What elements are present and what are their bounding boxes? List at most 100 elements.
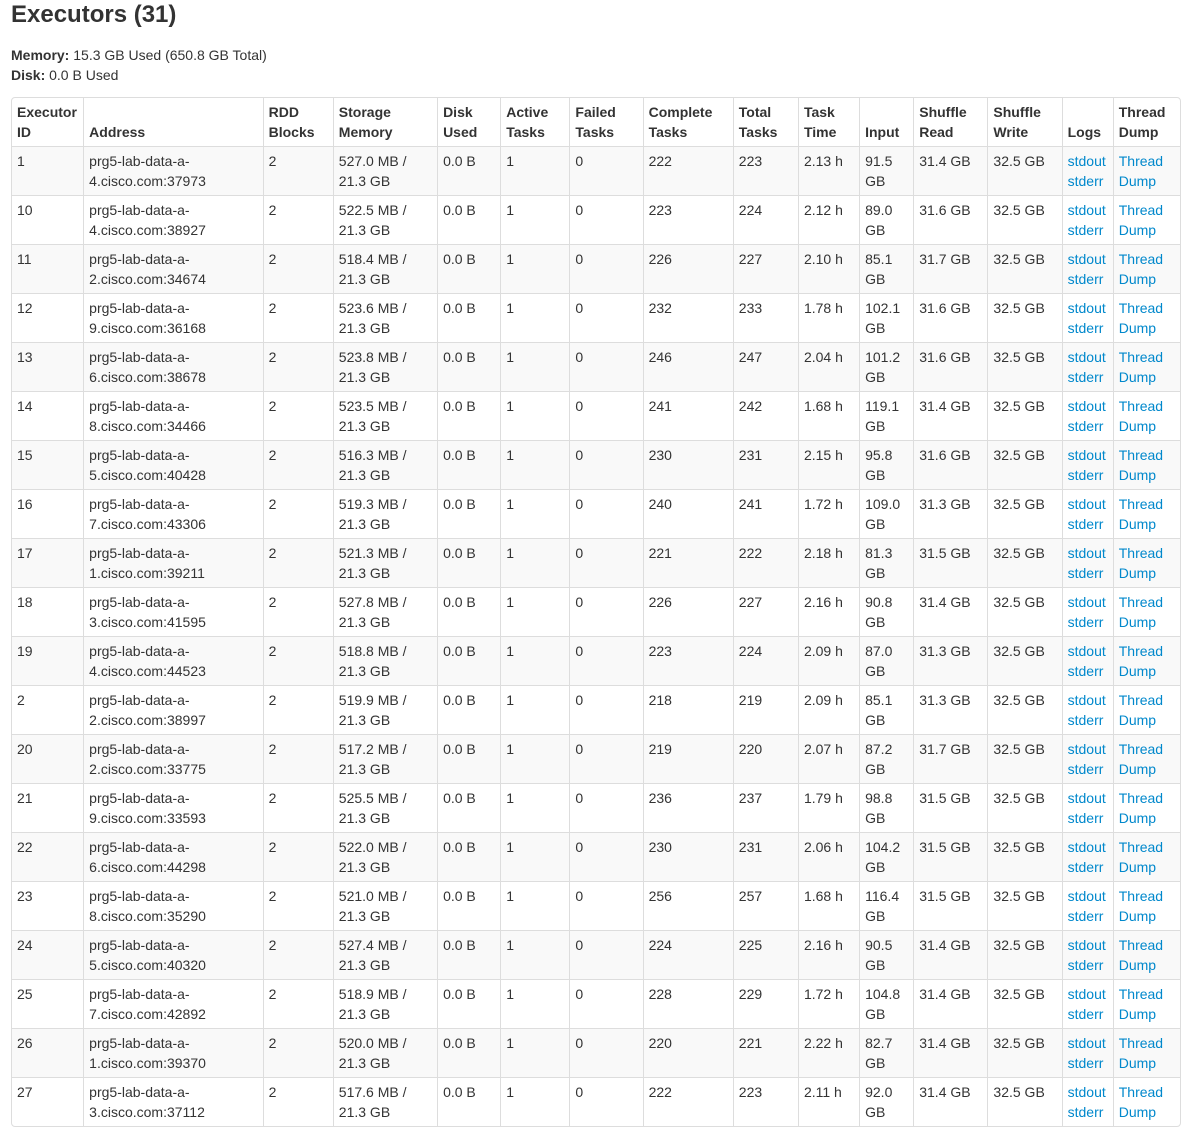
stdout-link[interactable]: stdout [1068, 935, 1108, 955]
stderr-link[interactable]: stderr [1068, 612, 1108, 632]
thread-dump-link[interactable]: Thread Dump [1119, 886, 1175, 926]
thread-dump-link-line2[interactable]: Dump [1119, 416, 1175, 436]
header-complete-tasks[interactable]: Complete Tasks [642, 98, 733, 146]
stdout-link[interactable]: stdout [1068, 200, 1108, 220]
thread-dump-link-line1[interactable]: Thread [1119, 445, 1175, 465]
thread-dump-link[interactable]: Thread Dump [1119, 494, 1175, 534]
stderr-link[interactable]: stderr [1068, 955, 1108, 975]
stdout-link[interactable]: stdout [1068, 739, 1108, 759]
table-row[interactable]: 25 prg5-lab-data-a- 7.cisco.com:42892 2 518.… [12, 979, 1180, 1028]
table-row[interactable]: 16 prg5-lab-data-a- 7.cisco.com:43306 2 519.… [12, 489, 1180, 538]
thread-dump-link[interactable]: Thread Dump [1119, 641, 1175, 681]
thread-dump-link-line2[interactable]: Dump [1119, 955, 1175, 975]
thread-dump-link-line1[interactable]: Thread [1119, 788, 1175, 808]
header-address[interactable]: Address [83, 98, 262, 146]
header-active-tasks[interactable]: Active Tasks [500, 98, 569, 146]
thread-dump-link-line2[interactable]: Dump [1119, 857, 1175, 877]
thread-dump-link-line2[interactable]: Dump [1119, 220, 1175, 240]
thread-dump-link-line2[interactable]: Dump [1119, 171, 1175, 191]
thread-dump-link[interactable]: Thread Dump [1119, 592, 1175, 632]
table-row[interactable]: 15 prg5-lab-data-a- 5.cisco.com:40428 2 516.… [12, 440, 1180, 489]
thread-dump-link[interactable]: Thread Dump [1119, 543, 1175, 583]
stderr-link[interactable]: stderr [1068, 514, 1108, 534]
stderr-link[interactable]: stderr [1068, 220, 1108, 240]
stdout-link[interactable]: stdout [1068, 151, 1108, 171]
table-row[interactable]: 20 prg5-lab-data-a- 2.cisco.com:33775 2 517.… [12, 734, 1180, 783]
thread-dump-link-line1[interactable]: Thread [1119, 984, 1175, 1004]
stderr-link[interactable]: stderr [1068, 857, 1108, 877]
table-row[interactable]: 17 prg5-lab-data-a- 1.cisco.com:39211 2 521.… [12, 538, 1180, 587]
stderr-link[interactable]: stderr [1068, 1004, 1108, 1024]
thread-dump-link-line2[interactable]: Dump [1119, 367, 1175, 387]
thread-dump-link[interactable]: Thread Dump [1119, 984, 1175, 1024]
stderr-link[interactable]: stderr [1068, 1053, 1108, 1073]
thread-dump-link-line1[interactable]: Thread [1119, 1033, 1175, 1053]
stdout-link[interactable]: stdout [1068, 494, 1108, 514]
thread-dump-link-line2[interactable]: Dump [1119, 269, 1175, 289]
stdout-link[interactable]: stdout [1068, 984, 1108, 1004]
stdout-link[interactable]: stdout [1068, 641, 1108, 661]
thread-dump-link-line1[interactable]: Thread [1119, 151, 1175, 171]
thread-dump-link-line1[interactable]: Thread [1119, 641, 1175, 661]
stderr-link[interactable]: stderr [1068, 563, 1108, 583]
thread-dump-link[interactable]: Thread Dump [1119, 151, 1175, 191]
stderr-link[interactable]: stderr [1068, 759, 1108, 779]
stdout-link[interactable]: stdout [1068, 886, 1108, 906]
thread-dump-link[interactable]: Thread Dump [1119, 298, 1175, 338]
thread-dump-link-line2[interactable]: Dump [1119, 1102, 1175, 1122]
thread-dump-link-line1[interactable]: Thread [1119, 837, 1175, 857]
thread-dump-link[interactable]: Thread Dump [1119, 739, 1175, 779]
thread-dump-link[interactable]: Thread Dump [1119, 788, 1175, 828]
header-shuffle-write[interactable]: Shuffle Write [987, 98, 1061, 146]
table-row[interactable]: 12 prg5-lab-data-a- 9.cisco.com:36168 2 523.… [12, 293, 1180, 342]
stdout-link[interactable]: stdout [1068, 298, 1108, 318]
stderr-link[interactable]: stderr [1068, 367, 1108, 387]
header-total-tasks[interactable]: Total Tasks [732, 98, 798, 146]
header-executor-id[interactable]: Executor ID [12, 98, 83, 146]
thread-dump-link-line1[interactable]: Thread [1119, 494, 1175, 514]
stderr-link[interactable]: stderr [1068, 465, 1108, 485]
thread-dump-link[interactable]: Thread Dump [1119, 445, 1175, 485]
thread-dump-link[interactable]: Thread Dump [1119, 1082, 1175, 1122]
thread-dump-link-line2[interactable]: Dump [1119, 661, 1175, 681]
table-row[interactable]: 24 prg5-lab-data-a- 5.cisco.com:40320 2 527.… [12, 930, 1180, 979]
thread-dump-link-line2[interactable]: Dump [1119, 1053, 1175, 1073]
stdout-link[interactable]: stdout [1068, 837, 1108, 857]
stdout-link[interactable]: stdout [1068, 1033, 1108, 1053]
thread-dump-link-line1[interactable]: Thread [1119, 249, 1175, 269]
header-failed-tasks[interactable]: Failed Tasks [569, 98, 642, 146]
thread-dump-link-line1[interactable]: Thread [1119, 935, 1175, 955]
stderr-link[interactable]: stderr [1068, 906, 1108, 926]
header-task-time[interactable]: Task Time [797, 98, 859, 146]
thread-dump-link-line2[interactable]: Dump [1119, 710, 1175, 730]
thread-dump-link[interactable]: Thread Dump [1119, 200, 1175, 240]
stderr-link[interactable]: stderr [1068, 171, 1108, 191]
thread-dump-link-line1[interactable]: Thread [1119, 543, 1175, 563]
thread-dump-link[interactable]: Thread Dump [1119, 1033, 1175, 1073]
thread-dump-link-line2[interactable]: Dump [1119, 612, 1175, 632]
stdout-link[interactable]: stdout [1068, 396, 1108, 416]
thread-dump-link-line2[interactable]: Dump [1119, 808, 1175, 828]
table-row[interactable]: 2 prg5-lab-data-a- 2.cisco.com:38997 2 519.9… [12, 685, 1180, 734]
header-disk-used[interactable]: Disk Used [437, 98, 500, 146]
table-row[interactable]: 21 prg5-lab-data-a- 9.cisco.com:33593 2 525.… [12, 783, 1180, 832]
thread-dump-link-line1[interactable]: Thread [1119, 396, 1175, 416]
header-logs[interactable]: Logs [1061, 98, 1113, 146]
stdout-link[interactable]: stdout [1068, 543, 1108, 563]
thread-dump-link[interactable]: Thread Dump [1119, 690, 1175, 730]
thread-dump-link[interactable]: Thread Dump [1119, 347, 1175, 387]
table-row[interactable]: 13 prg5-lab-data-a- 6.cisco.com:38678 2 523.… [12, 342, 1180, 391]
thread-dump-link-line1[interactable]: Thread [1119, 739, 1175, 759]
header-rdd-blocks[interactable]: RDD Blocks [262, 98, 333, 146]
table-row[interactable]: 18 prg5-lab-data-a- 3.cisco.com:41595 2 527.… [12, 587, 1180, 636]
table-row[interactable]: 22 prg5-lab-data-a- 6.cisco.com:44298 2 522.… [12, 832, 1180, 881]
thread-dump-link-line1[interactable]: Thread [1119, 200, 1175, 220]
stderr-link[interactable]: stderr [1068, 416, 1108, 436]
stdout-link[interactable]: stdout [1068, 690, 1108, 710]
thread-dump-link[interactable]: Thread Dump [1119, 935, 1175, 975]
stderr-link[interactable]: stderr [1068, 710, 1108, 730]
table-row[interactable]: 11 prg5-lab-data-a- 2.cisco.com:34674 2 518.… [12, 244, 1180, 293]
thread-dump-link-line1[interactable]: Thread [1119, 1082, 1175, 1102]
thread-dump-link-line1[interactable]: Thread [1119, 592, 1175, 612]
thread-dump-link[interactable]: Thread Dump [1119, 837, 1175, 877]
